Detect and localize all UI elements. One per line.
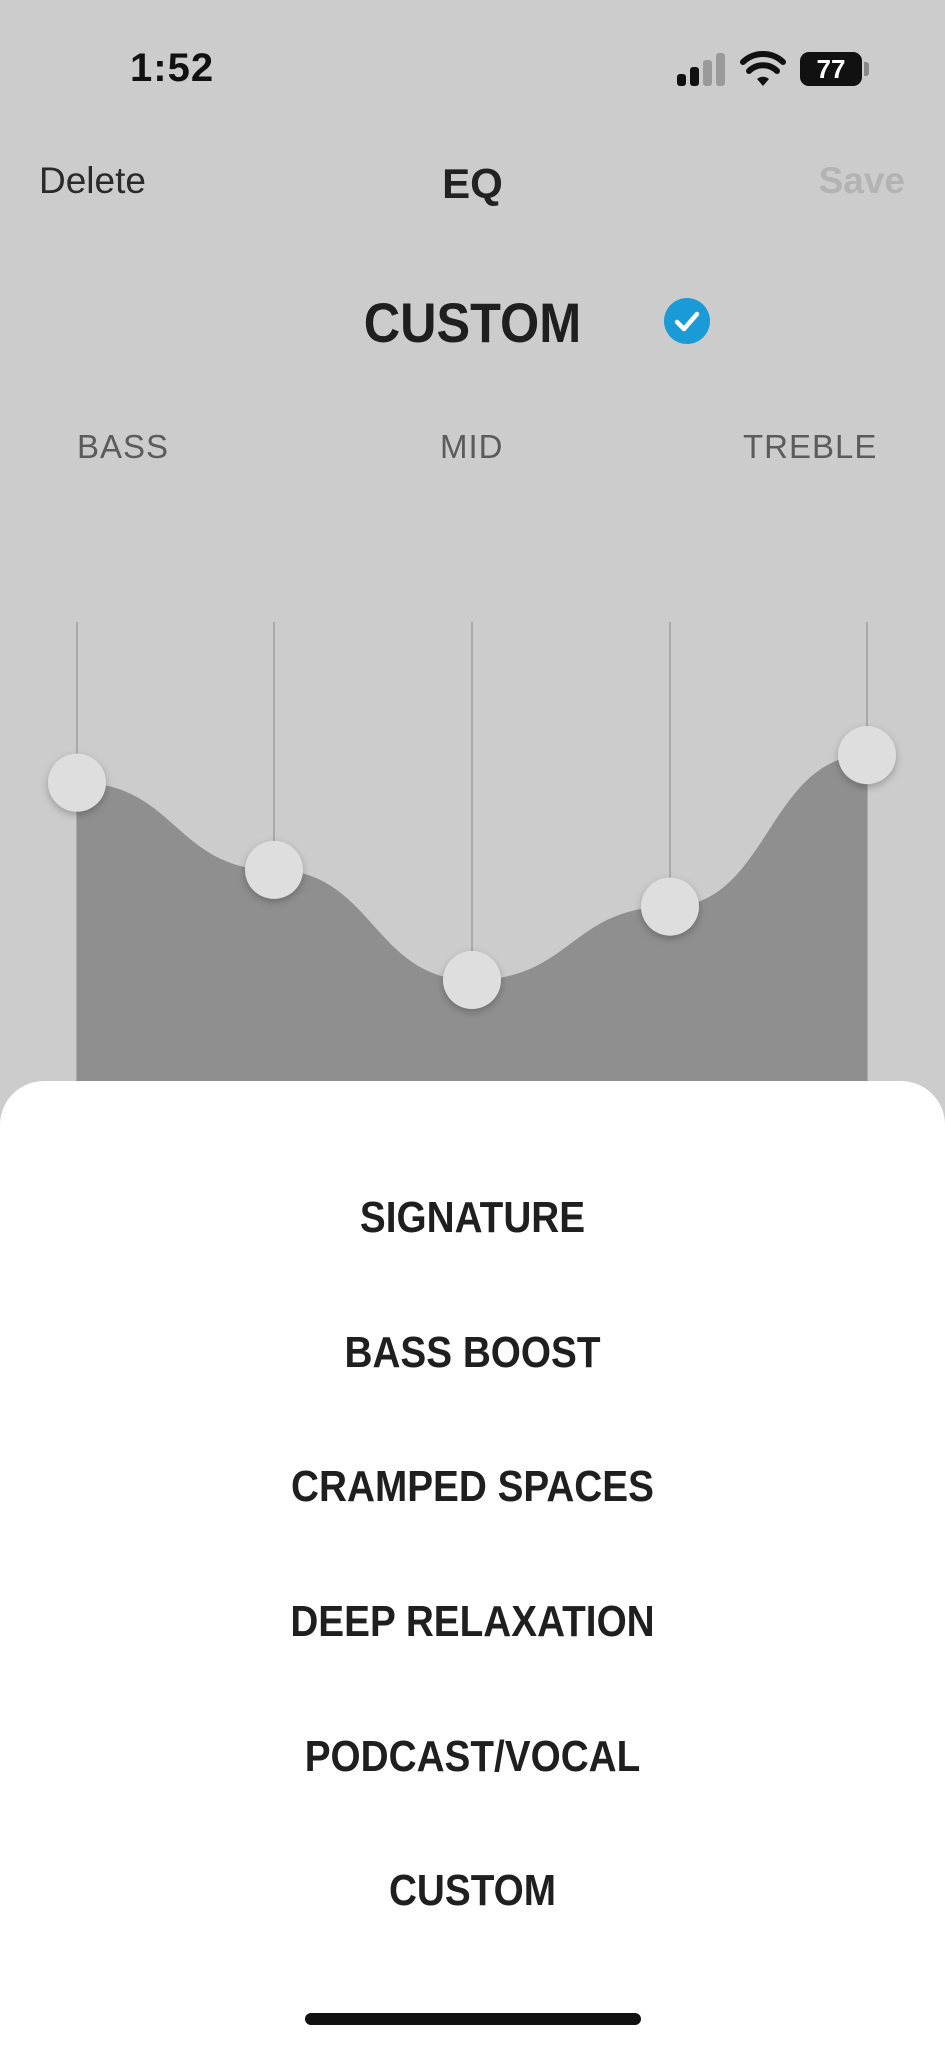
eq-curve-graph	[48, 622, 896, 1081]
delete-button[interactable]: Delete	[39, 160, 146, 202]
eq-band-knob[interactable]	[443, 951, 501, 1010]
preset-option-cramped-spaces[interactable]: CRAMPED SPACES	[57, 1462, 889, 1512]
preset-option-signature[interactable]: SIGNATURE	[57, 1193, 889, 1243]
status-time: 1:52	[130, 46, 215, 90]
preset-picker-sheet: SIGNATURE BASS BOOST CRAMPED SPACES DEEP…	[0, 1081, 945, 2048]
save-button[interactable]: Save	[819, 160, 905, 202]
battery-level: 77	[816, 54, 846, 84]
preset-option-custom[interactable]: CUSTOM	[57, 1866, 889, 1916]
eq-band-knob[interactable]	[48, 753, 106, 812]
preset-option-podcast-vocal[interactable]: PODCAST/VOCAL	[57, 1732, 889, 1782]
current-preset-title[interactable]: CUSTOM	[47, 290, 898, 355]
cellular-signal-icon	[677, 52, 727, 86]
home-indicator	[305, 2013, 641, 2025]
eq-band-knob[interactable]	[245, 840, 303, 899]
eq-band-knob[interactable]	[838, 726, 896, 785]
preset-option-deep-relaxation[interactable]: DEEP RELAXATION	[57, 1597, 889, 1647]
band-label-treble: TREBLE	[743, 428, 878, 465]
wifi-icon	[740, 51, 786, 86]
status-bar: 1:52 77	[0, 0, 945, 140]
battery-icon: 77	[800, 52, 862, 86]
preset-option-bass-boost[interactable]: BASS BOOST	[57, 1328, 889, 1378]
battery-cap	[864, 62, 869, 76]
band-label-bass: BASS	[77, 428, 170, 465]
band-label-mid: MID	[440, 428, 504, 465]
selected-check-icon	[664, 298, 710, 344]
eq-band-knob[interactable]	[641, 877, 699, 936]
